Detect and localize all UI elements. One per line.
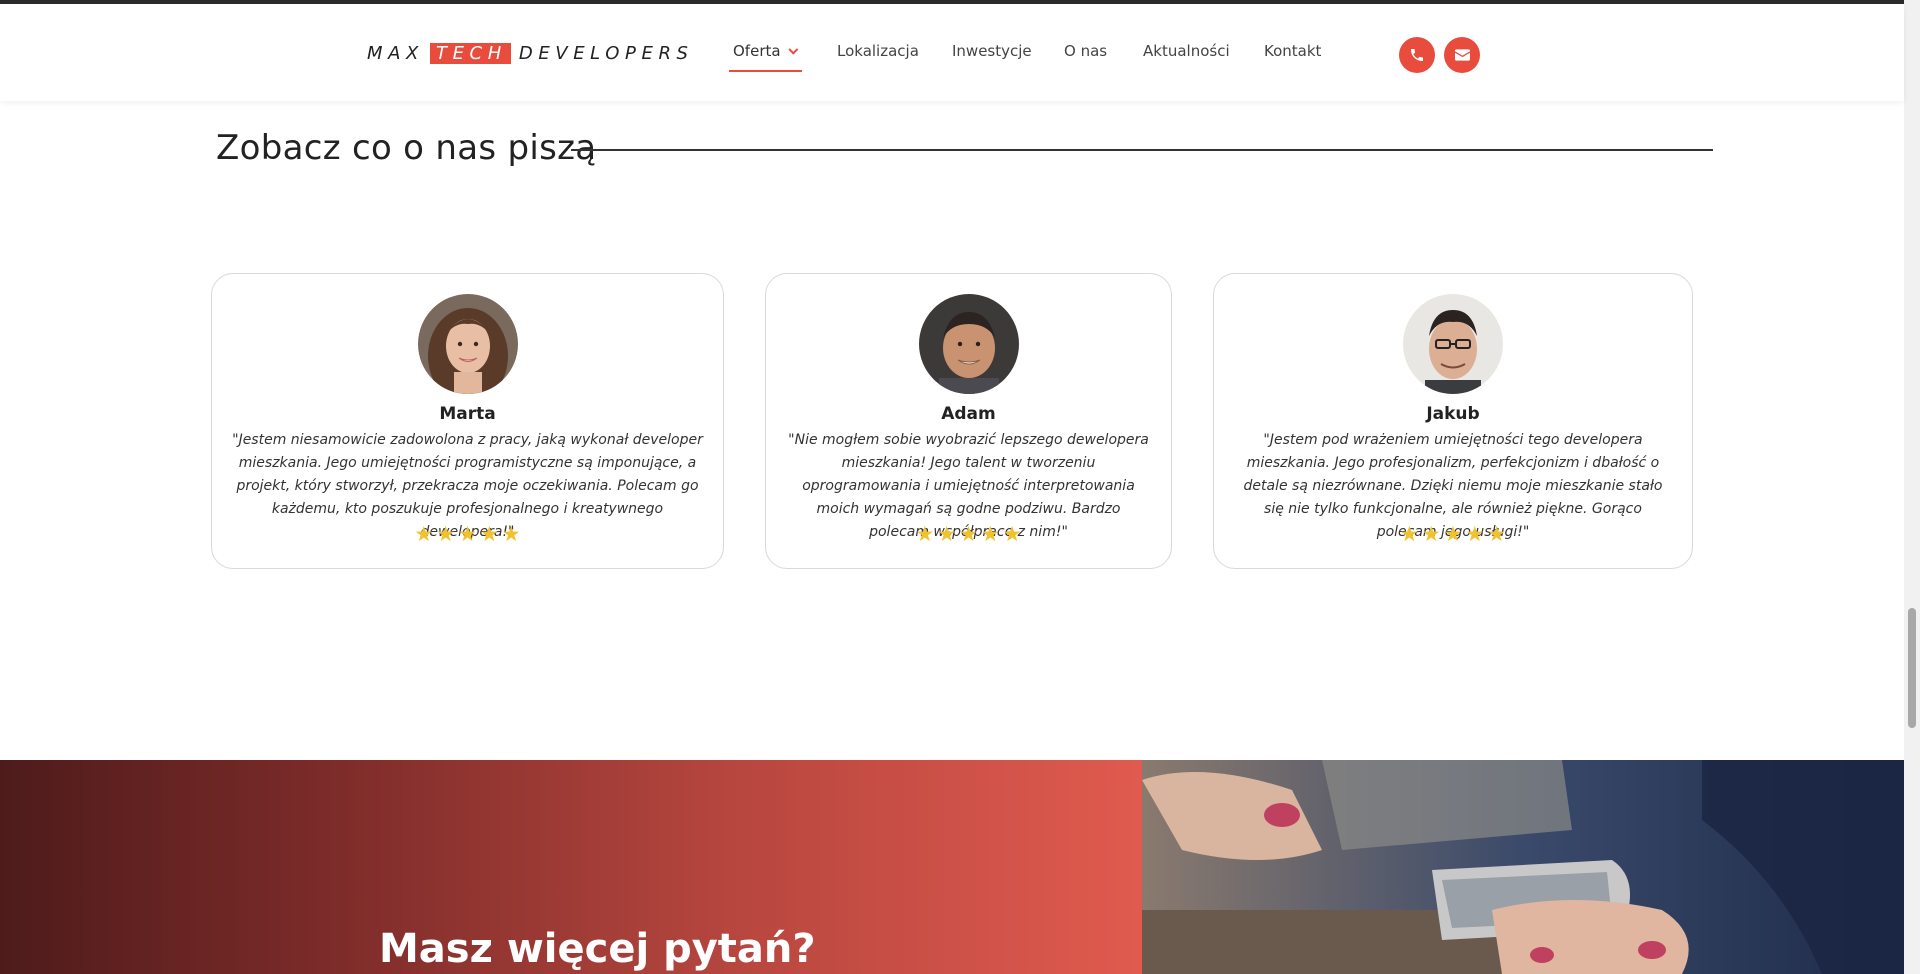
mail-icon	[1454, 49, 1470, 61]
star-icon: ★	[1421, 522, 1441, 546]
active-nav-indicator	[729, 70, 802, 72]
cta-title: Masz więcej pytań?	[379, 926, 816, 972]
phone-button[interactable]	[1399, 37, 1435, 73]
phone-icon	[1411, 49, 1423, 61]
testimonial-card: Marta "Jestem niesamowicie zadowolona z …	[211, 273, 724, 569]
testimonials-title: Zobacz co o nas piszą	[216, 128, 597, 168]
logo-part-max: MAX	[367, 42, 424, 64]
cta-photo	[1142, 760, 1904, 974]
star-icon: ★	[458, 522, 477, 546]
star-icon: ★	[1002, 522, 1022, 546]
mail-button[interactable]	[1444, 37, 1480, 73]
scrollbar-thumb[interactable]	[1908, 608, 1916, 728]
logo-part-tech: TECH	[429, 42, 511, 64]
avatar	[919, 294, 1019, 394]
star-icon: ★	[1443, 522, 1463, 546]
star-icon: ★	[1399, 522, 1419, 546]
reviewer-name: Marta	[439, 404, 496, 424]
star-rating: ★ ★ ★ ★ ★	[766, 524, 1171, 545]
avatar	[1403, 294, 1503, 394]
nav-item-o-nas[interactable]: O nas	[1064, 42, 1107, 60]
star-icon: ★	[1487, 522, 1507, 546]
site-header: MAX TECH DEVELOPERS Oferta Lokalizacja I…	[0, 4, 1904, 101]
star-icon: ★	[915, 522, 935, 546]
nav-item-lokalizacja[interactable]: Lokalizacja	[837, 42, 919, 60]
chevron-down-icon	[787, 44, 798, 55]
nav-item-inwestycje[interactable]: Inwestycje	[952, 42, 1032, 60]
star-icon: ★	[937, 522, 957, 546]
star-rating: ★ ★ ★ ★ ★	[1214, 524, 1692, 545]
star-icon: ★	[436, 522, 456, 546]
testimonial-card: Jakub "Jestem pod wrażeniem umiejętności…	[1213, 273, 1693, 569]
reviewer-name: Adam	[941, 404, 996, 424]
star-icon: ★	[414, 522, 434, 546]
star-icon: ★	[959, 522, 978, 546]
logo-part-developers: DEVELOPERS	[518, 42, 694, 64]
reviewer-name: Jakub	[1426, 404, 1480, 424]
star-icon: ★	[980, 522, 1000, 546]
page-scrollbar[interactable]	[1904, 0, 1920, 974]
nav-item-kontakt[interactable]: Kontakt	[1264, 42, 1321, 60]
nav-item-aktualnosci[interactable]: Aktualności	[1143, 42, 1230, 60]
site-logo[interactable]: MAX TECH DEVELOPERS	[367, 40, 694, 66]
star-rating: ★ ★ ★ ★ ★	[212, 524, 723, 545]
star-icon: ★	[479, 522, 499, 546]
avatar	[418, 294, 518, 394]
testimonial-card: Adam "Nie mogłem sobie wyobrazić lepszeg…	[765, 273, 1172, 569]
star-icon: ★	[501, 522, 521, 546]
nav-item-oferta[interactable]: Oferta	[733, 42, 798, 60]
star-icon: ★	[1465, 522, 1485, 546]
title-divider	[571, 149, 1713, 151]
nav-item-label: Oferta	[733, 42, 781, 60]
